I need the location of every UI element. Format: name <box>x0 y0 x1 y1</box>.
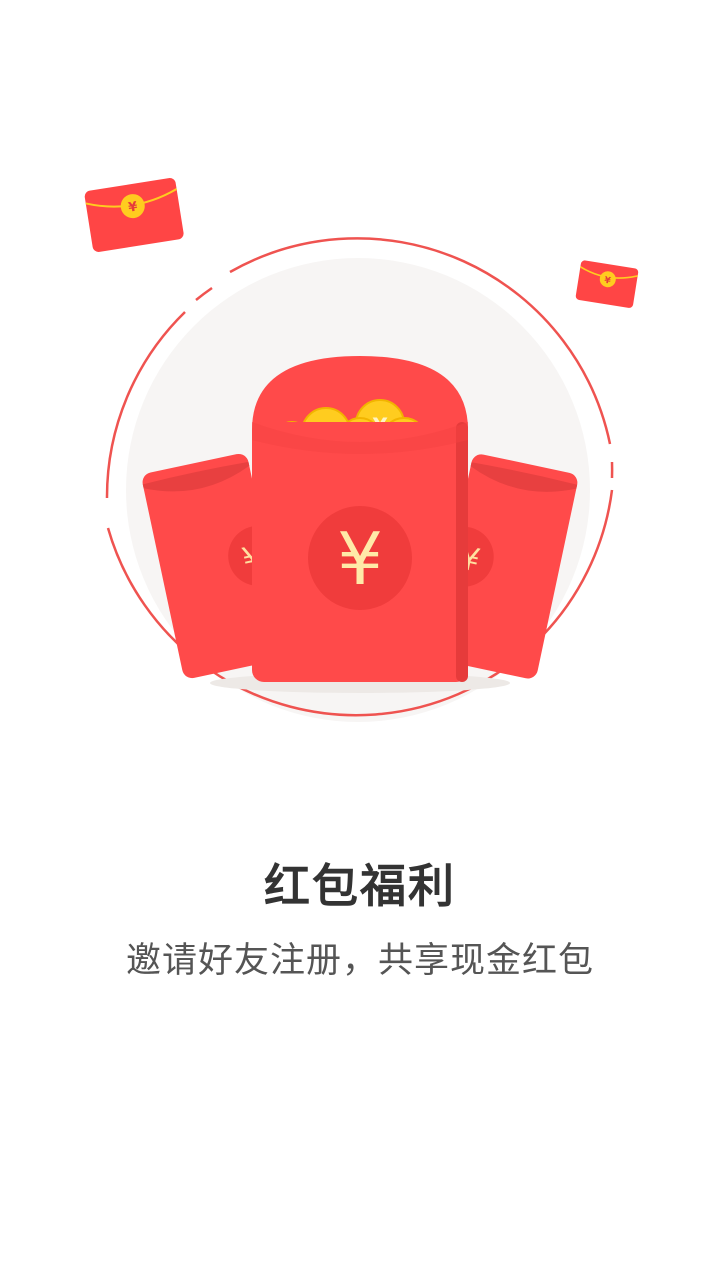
outer-ring-dash-left <box>195 286 213 301</box>
floating-envelope-left: ¥ <box>84 178 184 252</box>
page-title: 红包福利 <box>264 859 456 913</box>
floating-envelope-right: ¥ <box>575 260 639 308</box>
onboarding-page: ¥ ¥ ¥ ¥ 红包福利 邀请好友注册，共享现金红包 <box>0 0 720 1280</box>
red-envelope-illustration: ¥ ¥ ¥ ¥ <box>84 178 639 722</box>
yuan-icon: ¥ <box>337 517 383 601</box>
page-subtitle: 邀请好友注册，共享现金红包 <box>125 941 594 981</box>
